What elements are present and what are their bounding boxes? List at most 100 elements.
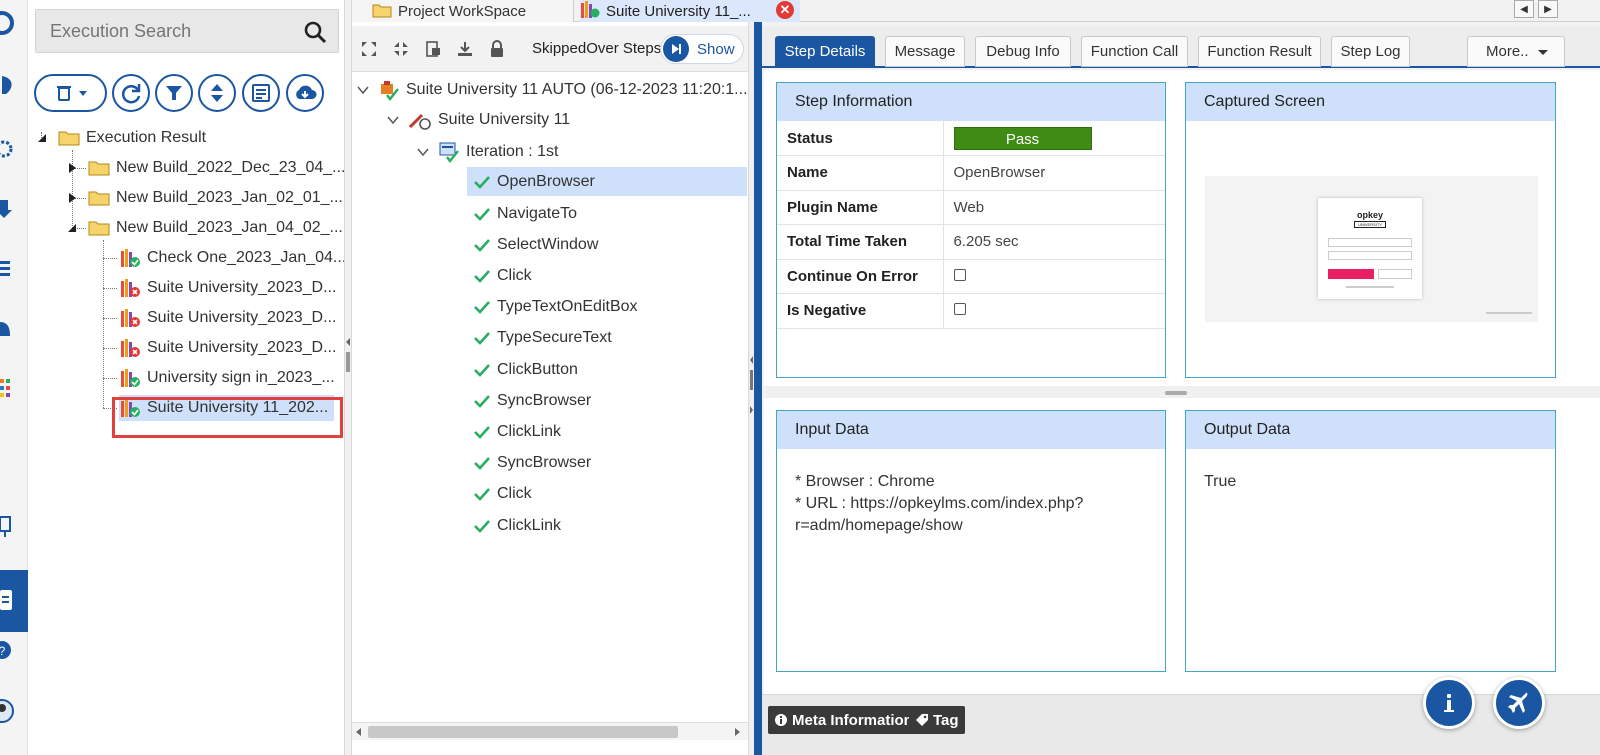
gear-icon[interactable] <box>0 136 22 162</box>
check-icon <box>467 519 497 533</box>
collapse-all-icon[interactable] <box>392 40 410 58</box>
scroll-right-icon[interactable] <box>734 727 742 737</box>
download-icon[interactable] <box>0 196 22 222</box>
tab-step-log[interactable]: Step Log <box>1331 36 1410 67</box>
is-negative-key: Is Negative <box>777 293 944 329</box>
skip-icon <box>663 36 689 62</box>
more-tabs-dropdown[interactable]: More.. <box>1467 36 1565 67</box>
meta-information-button[interactable]: Meta Information <box>768 706 919 734</box>
iteration-icon <box>439 142 459 163</box>
captured-screenshot[interactable]: opkey UNIVERSITY <box>1205 176 1538 322</box>
logo-icon[interactable] <box>0 10 22 36</box>
info-icon <box>775 714 787 726</box>
tab-function-result[interactable]: Function Result <box>1198 36 1321 67</box>
expand-all-icon[interactable] <box>360 40 378 58</box>
rocket-icon[interactable] <box>0 72 22 98</box>
tab-suite-university[interactable]: Suite University 11_... <box>580 0 800 22</box>
step-row[interactable]: SyncBrowser <box>467 386 747 415</box>
table-row: Name OpenBrowser <box>777 155 1165 191</box>
login-form-thumbnail: opkey UNIVERSITY <box>1318 198 1422 299</box>
step-row[interactable]: OpenBrowser <box>467 167 747 196</box>
grid-icon[interactable] <box>0 376 22 402</box>
step-label: NavigateTo <box>497 204 578 222</box>
tree-root-execution-result[interactable]: Execution Result <box>36 125 206 151</box>
report-icon <box>252 84 270 102</box>
info-fab-button[interactable] <box>1423 677 1475 729</box>
cloud-download-button[interactable] <box>286 74 324 112</box>
tab-step-details[interactable]: Step Details <box>775 36 875 67</box>
tree-item-result[interactable]: Suite University_2023_D... <box>119 335 336 361</box>
tab-scroll-right-button[interactable]: ▶ <box>1538 0 1558 18</box>
show-skipped-toggle[interactable]: Show <box>660 34 744 64</box>
tree-item-build[interactable]: New Build_2023_Jan_02_01_... <box>66 185 343 211</box>
tree-item-result[interactable]: Suite University_2023_D... <box>119 305 336 331</box>
step-row[interactable]: TypeSecureText <box>467 323 747 352</box>
tree-item-build[interactable]: New Build_2023_Jan_04_02_... <box>66 215 343 241</box>
tree-item-result[interactable]: Check One_2023_Jan_04... <box>119 245 346 271</box>
tag-label: Tag <box>933 711 959 729</box>
filter-button[interactable] <box>155 74 193 112</box>
check-icon <box>467 425 497 439</box>
step-row[interactable]: ClickButton <box>467 355 747 384</box>
board-icon[interactable] <box>0 513 22 539</box>
search-icon[interactable] <box>302 19 328 45</box>
tab-debug-info[interactable]: Debug Info <box>975 36 1071 67</box>
continue-on-error-checkbox[interactable] <box>953 268 966 281</box>
step-row[interactable]: SyncBrowser <box>467 448 747 477</box>
is-negative-checkbox[interactable] <box>953 303 966 316</box>
step-row[interactable]: SelectWindow <box>467 230 747 259</box>
lock-icon[interactable] <box>488 40 506 58</box>
refresh-button[interactable] <box>112 74 150 112</box>
iteration-label: Iteration : 1st <box>466 143 559 160</box>
step-row[interactable]: Click <box>467 261 747 290</box>
chevron-down-icon <box>417 148 429 157</box>
tab-function-call[interactable]: Function Call <box>1081 36 1188 67</box>
download-icon[interactable] <box>456 40 474 58</box>
step-row[interactable]: ClickLink <box>467 511 747 540</box>
skipped-steps-label: SkippedOver Steps <box>532 40 662 57</box>
bell-icon[interactable] <box>0 318 22 344</box>
check-icon <box>467 456 497 470</box>
step-label: ClickLink <box>497 422 562 440</box>
panel-splitter[interactable] <box>344 0 352 755</box>
sort-button[interactable] <box>198 74 236 112</box>
tree-item-result[interactable]: University sign in_2023_... <box>119 365 335 391</box>
input-data-card: Input Data * Browser : Chrome * URL : ht… <box>776 410 1166 672</box>
list-icon[interactable] <box>0 256 22 282</box>
step-row[interactable]: TypeTextOnEditBox <box>467 292 747 321</box>
tab-project-workspace[interactable]: Project WorkSpace <box>352 0 574 22</box>
airplane-fab-button[interactable] <box>1493 677 1545 729</box>
step-label: SyncBrowser <box>497 453 592 471</box>
report-button[interactable] <box>242 74 280 112</box>
steps-horizontal-scrollbar[interactable] <box>352 722 748 740</box>
check-icon <box>467 331 497 345</box>
iteration-node[interactable]: Iteration : 1st <box>416 139 559 165</box>
continue-on-error-key: Continue On Error <box>777 259 944 294</box>
check-icon <box>467 238 497 252</box>
more-label: More.. <box>1486 43 1529 60</box>
step-row[interactable]: Click <box>467 479 747 508</box>
tag-button[interactable]: Tag <box>909 706 965 734</box>
step-row[interactable]: NavigateTo <box>467 199 747 228</box>
captured-screen-card: Captured Screen opkey UNIVERSITY <box>1185 82 1556 378</box>
tree-item-build[interactable]: New Build_2022_Dec_23_04_... <box>66 155 346 181</box>
tree-item-result[interactable]: Suite University_2023_D... <box>119 275 336 301</box>
tab-scroll-left-button[interactable]: ◀ <box>1514 0 1534 18</box>
suite-root-node[interactable]: Suite University 11 AUTO (06-12-2023 11:… <box>356 77 748 103</box>
search-input[interactable] <box>50 20 290 42</box>
export-icon[interactable] <box>424 40 442 58</box>
delete-dropdown-button[interactable] <box>34 74 107 112</box>
rail-active-item[interactable] <box>0 570 37 632</box>
splitter-grip[interactable] <box>1165 391 1187 395</box>
suite-node[interactable]: Suite University 11 <box>386 107 570 133</box>
help-icon[interactable]: ? <box>0 637 22 663</box>
check-icon <box>467 207 497 221</box>
folder-icon <box>372 4 392 18</box>
step-row[interactable]: ClickLink <box>467 417 747 446</box>
scroll-left-icon[interactable] <box>354 727 362 737</box>
avatar[interactable] <box>0 698 22 724</box>
tab-message[interactable]: Message <box>885 36 965 67</box>
tab-label: Suite University 11_... <box>606 2 751 20</box>
close-tab-icon[interactable]: ✕ <box>776 1 794 19</box>
scroll-thumb[interactable] <box>368 726 678 738</box>
